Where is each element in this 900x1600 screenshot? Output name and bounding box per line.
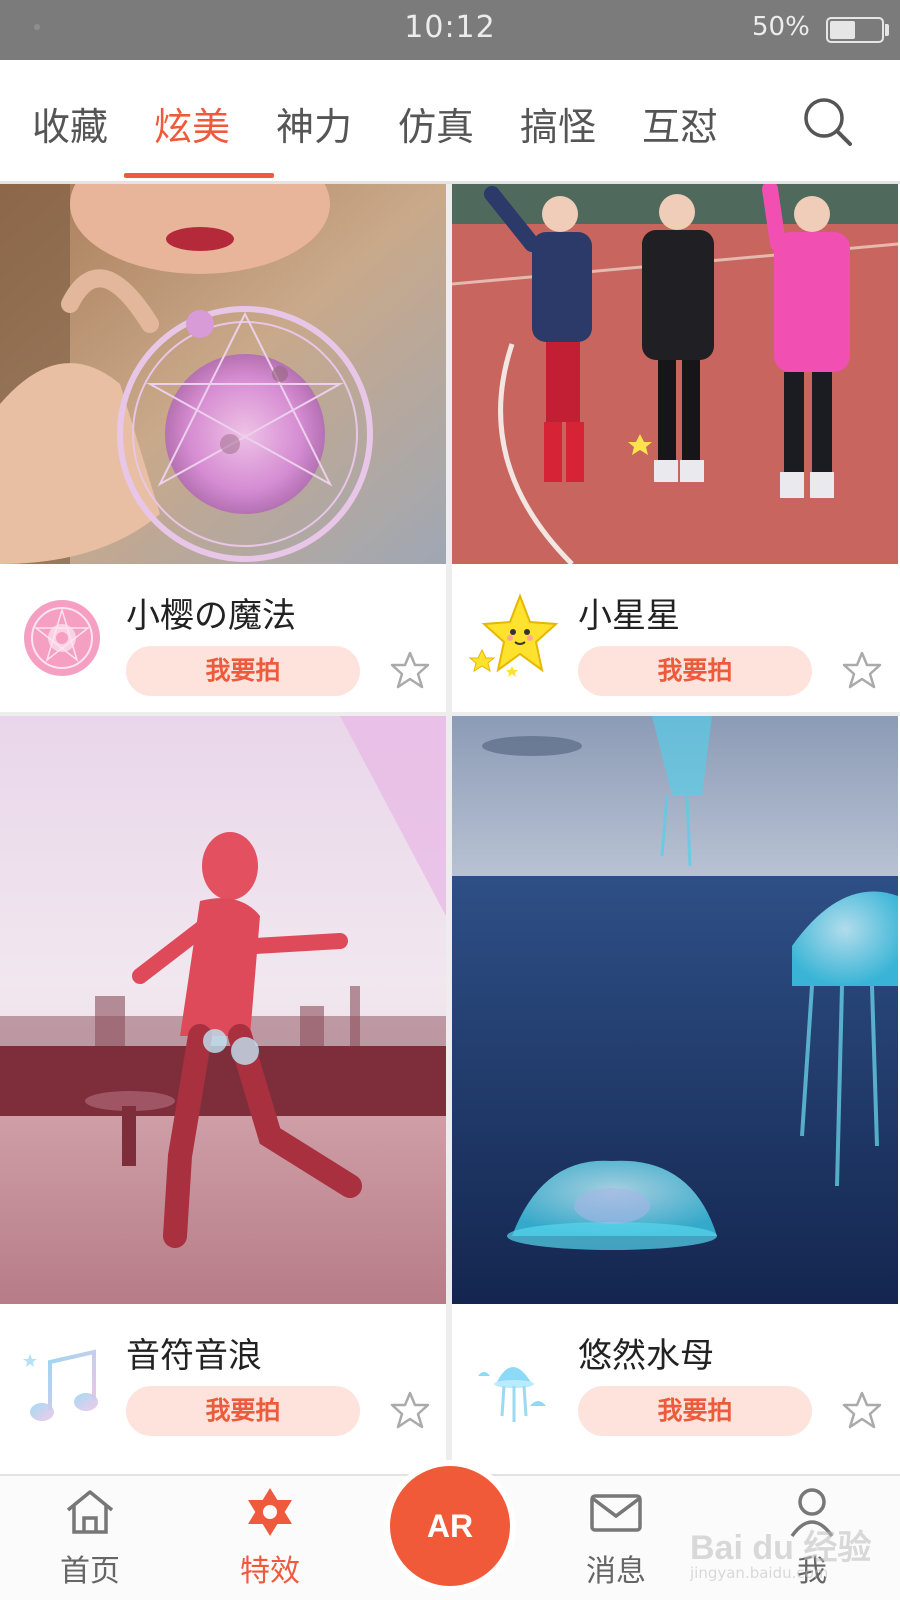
magic-circle-icon (24, 600, 100, 676)
shoot-button[interactable]: 我要拍 (578, 1386, 812, 1436)
home-icon (66, 1490, 114, 1534)
tab-realistic[interactable]: 仿真 (398, 96, 474, 151)
battery-tip (885, 24, 889, 36)
column-divider (446, 716, 452, 1474)
favorite-star-icon[interactable] (842, 650, 882, 690)
search-button[interactable] (800, 94, 856, 150)
kids-on-track-image (452, 184, 898, 564)
watermark-url: jingyan.baidu.com (690, 1564, 829, 1582)
effect-thumbnail[interactable] (452, 184, 898, 564)
shoot-button[interactable]: 我要拍 (126, 646, 360, 696)
card-title: 悠然水母 (578, 1336, 714, 1376)
star-of-david-icon (248, 1488, 292, 1536)
status-bar: 10:12 50% (0, 0, 900, 60)
search-icon (804, 98, 852, 146)
shoot-button[interactable]: 我要拍 (578, 646, 812, 696)
nav-messages[interactable]: 消息 (556, 1486, 676, 1596)
effect-thumbnail[interactable] (0, 184, 446, 564)
card-info: 小樱の魔法 我要拍 (0, 564, 446, 712)
shoot-button[interactable]: 我要拍 (126, 1386, 360, 1436)
card-info: 小星星 我要拍 (452, 564, 898, 712)
tab-gorgeous[interactable]: 炫美 (154, 96, 230, 151)
tab-banter[interactable]: 互怼 (642, 96, 718, 151)
favorite-star-icon[interactable] (842, 1390, 882, 1430)
dancer-rooftop-image (0, 716, 446, 1304)
effect-thumbnail[interactable] (452, 716, 898, 1304)
nav-label: 首页 (60, 1554, 120, 1589)
girl-magic-circle-image (0, 184, 446, 564)
baidu-watermark: Bai du 经验 jingyan.baidu.com (690, 1520, 890, 1590)
effects-grid: 小樱の魔法 我要拍 小星星 我要拍 音符音浪 我要拍 悠然水母 我要拍 (0, 184, 900, 1474)
tab-favorites[interactable]: 收藏 (32, 96, 108, 151)
nav-label: 消息 (586, 1554, 646, 1589)
card-title: 小樱の魔法 (126, 596, 296, 636)
effect-card-music-wave[interactable]: 音符音浪 我要拍 (0, 716, 446, 1474)
nav-effects[interactable]: 特效 (210, 1486, 330, 1596)
effect-card-little-star[interactable]: 小星星 我要拍 (452, 184, 898, 712)
effect-card-jellyfish[interactable]: 悠然水母 我要拍 (452, 716, 898, 1474)
card-info: 音符音浪 我要拍 (0, 1304, 446, 1474)
tab-funny[interactable]: 搞怪 (520, 96, 596, 151)
favorite-star-icon[interactable] (390, 650, 430, 690)
battery-percent: 50% (752, 12, 810, 42)
card-info: 悠然水母 我要拍 (452, 1304, 898, 1474)
battery-fill (830, 21, 855, 39)
card-title: 音符音浪 (126, 1336, 262, 1376)
jellyfish-sea-image (452, 716, 898, 1304)
effect-thumbnail[interactable] (0, 716, 446, 1304)
active-tab-indicator (124, 173, 274, 178)
tab-power[interactable]: 神力 (276, 96, 352, 151)
smiling-star-icon (468, 593, 558, 677)
watermark-text: Bai du 经验 (690, 1529, 872, 1567)
jellyfish-icon (478, 1367, 546, 1422)
ar-camera-button[interactable]: AR (390, 1466, 510, 1586)
category-tabs: 收藏 炫美 神力 仿真 搞怪 互怼 (0, 60, 900, 184)
music-note-icon (23, 1349, 98, 1421)
nav-home[interactable]: 首页 (30, 1486, 150, 1596)
favorite-star-icon[interactable] (390, 1390, 430, 1430)
card-title: 小星星 (578, 596, 680, 636)
mail-icon (590, 1494, 642, 1532)
nav-label: 特效 (240, 1554, 300, 1589)
column-divider (446, 184, 452, 712)
battery-icon (826, 17, 884, 43)
effect-card-sakura-magic[interactable]: 小樱の魔法 我要拍 (0, 184, 446, 712)
